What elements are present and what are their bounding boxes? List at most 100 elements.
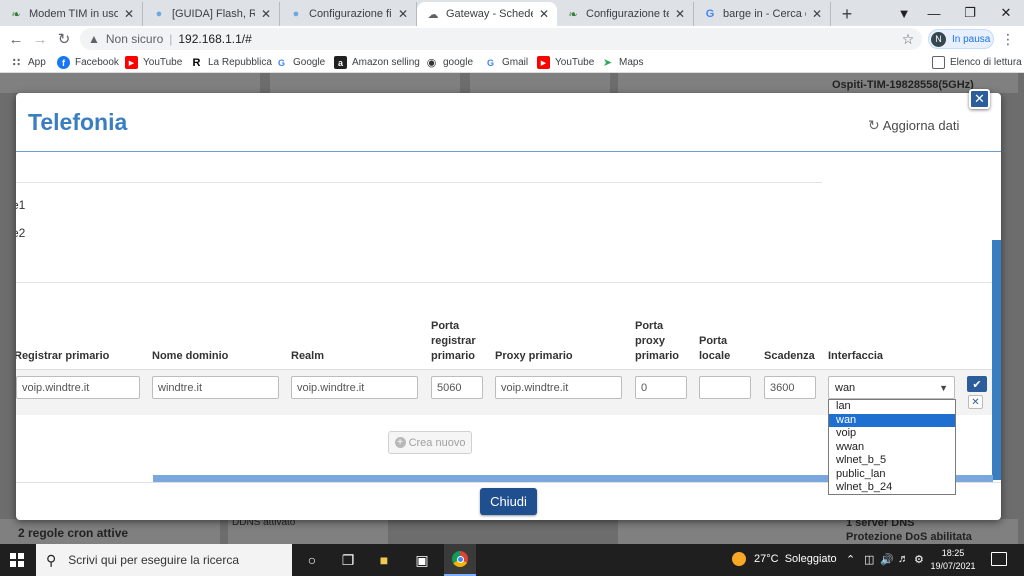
notification-icon[interactable] <box>991 552 1007 566</box>
chevron-down-icon: ▼ <box>939 382 948 393</box>
column-header-proxy-port: Porta proxy primario <box>635 320 680 362</box>
new-tab-button[interactable]: + <box>837 4 857 24</box>
chrome-taskbar-button[interactable] <box>444 544 476 576</box>
volume-icon[interactable]: 🔊 <box>880 553 894 566</box>
confirm-button[interactable]: ✔ <box>967 376 987 392</box>
tab-4[interactable]: ❧ Configurazione telefo ✕ <box>557 2 694 26</box>
speaker-icon[interactable]: ♬ <box>898 553 909 565</box>
restore-button[interactable]: ❐ <box>952 0 988 26</box>
refresh-icon: ↻ <box>868 117 880 133</box>
dropdown-option-wlnet-b-5[interactable]: wlnet_b_5 <box>829 454 955 468</box>
address-bar[interactable]: ▲ Non sicuro | 192.168.1.1/# <box>80 28 922 50</box>
warning-icon[interactable]: ▲ <box>88 32 100 46</box>
proxy-port-input[interactable] <box>635 376 687 399</box>
tab-3[interactable]: ☁ Gateway - Schede ✕ <box>417 2 557 26</box>
close-icon[interactable]: ✕ <box>537 7 551 21</box>
tab-strip: ❧ Modem TIM in uso co ✕ ● [GUIDA] Flash,… <box>0 0 1024 26</box>
back-button[interactable]: ← <box>6 29 26 49</box>
interface-select[interactable]: wan ▼ <box>828 376 955 399</box>
registrar-input[interactable] <box>16 376 140 399</box>
windows-start-icon[interactable] <box>10 553 24 567</box>
bookmark-apps[interactable]: ∷ App <box>10 55 46 70</box>
tab-2[interactable]: ● Configurazione fibra In ✕ <box>280 2 417 26</box>
divider <box>16 182 822 183</box>
dropdown-option-lan[interactable]: lan <box>829 400 955 414</box>
bookmark-repubblica[interactable]: R La Repubblica <box>190 55 272 70</box>
globe-icon: ◉ <box>426 57 437 69</box>
close-icon[interactable]: ✕ <box>673 7 687 21</box>
close-icon[interactable]: ✕ <box>810 7 824 21</box>
bookmark-youtube-2[interactable]: ▶ YouTube <box>537 55 594 70</box>
window-close-button[interactable]: ✕ <box>988 0 1024 26</box>
close-icon[interactable]: ✕ <box>259 7 273 21</box>
bookmark-google-2[interactable]: ◉ google <box>425 55 473 70</box>
registrar-port-input[interactable] <box>431 376 483 399</box>
weather-widget[interactable]: 27°C Soleggiato <box>732 552 837 566</box>
taskbar-search[interactable]: ⚲ Scrivi qui per eseguire la ricerca <box>36 544 292 576</box>
dropdown-option-wwan[interactable]: wwan <box>829 441 955 455</box>
proxy-input[interactable] <box>495 376 622 399</box>
expiry-input[interactable] <box>764 376 816 399</box>
dropdown-option-voip[interactable]: voip <box>829 427 955 441</box>
column-header-proxy: Proxy primario <box>495 350 573 362</box>
file-explorer-icon[interactable]: ■ <box>374 550 394 570</box>
modal-close-icon[interactable]: ✕ <box>969 89 990 109</box>
refresh-button[interactable]: ↻ Aggiorna dati <box>868 117 959 134</box>
scrollbar[interactable] <box>992 240 1001 480</box>
bookmark-google[interactable]: G Google <box>275 55 325 70</box>
bookmark-amazon[interactable]: a Amazon selling <box>334 55 420 70</box>
clock-time: 18:25 <box>941 548 965 558</box>
background-cron-label: 2 regole cron attive <box>18 526 129 540</box>
realm-input[interactable] <box>291 376 418 399</box>
task-view-icon[interactable]: ❐ <box>338 550 358 570</box>
column-header-interface: Interfaccia <box>828 350 884 362</box>
close-icon[interactable]: ✕ <box>122 7 136 21</box>
dropdown-option-wlnet-b-24[interactable]: wlnet_b_24 <box>829 481 955 495</box>
forward-button[interactable]: → <box>30 29 50 49</box>
tab-1[interactable]: ● [GUIDA] Flash, Root e ✕ <box>143 2 280 26</box>
store-icon[interactable]: ▣ <box>412 550 432 570</box>
bookmark-youtube[interactable]: ▶ YouTube <box>125 55 182 70</box>
bookmark-facebook[interactable]: f Facebook <box>57 55 119 70</box>
bookmark-gmail[interactable]: G Gmail <box>484 55 528 70</box>
tab-title: Modem TIM in uso co <box>29 8 118 20</box>
create-new-button[interactable]: + Crea nuovo <box>388 431 472 454</box>
local-port-input[interactable] <box>699 376 751 399</box>
language-icon[interactable]: ⚙ <box>914 553 924 566</box>
security-label[interactable]: Non sicuro <box>106 32 163 46</box>
clock-date: 19/07/2021 <box>930 561 976 571</box>
tab-0[interactable]: ❧ Modem TIM in uso co ✕ <box>0 2 143 26</box>
taskbar-clock[interactable]: 18:25 19/07/2021 <box>930 547 976 573</box>
tab-5[interactable]: G barge in - Cerca con G ✕ <box>694 2 831 26</box>
cortana-icon[interactable]: ○ <box>302 550 322 570</box>
chevron-up-icon[interactable]: ⌃ <box>846 553 855 566</box>
reload-button[interactable]: ↻ <box>54 29 74 49</box>
amazon-icon: a <box>334 56 347 69</box>
network-icon[interactable]: ◫ <box>864 553 874 566</box>
bookmarks-bar: ∷ App f Facebook ▶ YouTube R La Repubbli… <box>0 52 1024 73</box>
bookmark-maps[interactable]: ➤ Maps <box>601 55 644 70</box>
facebook-icon: f <box>57 56 70 69</box>
close-icon[interactable]: ✕ <box>396 7 410 21</box>
repubblica-icon: R <box>192 56 201 69</box>
close-modal-button[interactable]: Chiudi <box>480 488 537 515</box>
minimize-button[interactable]: — <box>916 0 952 26</box>
url-text[interactable]: 192.168.1.1/# <box>178 32 251 46</box>
search-icon: ⚲ <box>46 551 57 568</box>
cloud-icon: ☁ <box>427 8 439 21</box>
profile-button[interactable]: N In pausa <box>928 29 994 49</box>
modal-title: Telefonia <box>28 109 128 135</box>
dropdown-option-public-lan[interactable]: public_lan <box>829 468 955 482</box>
maps-icon: ➤ <box>602 57 613 69</box>
cancel-button[interactable]: ✕ <box>968 395 983 409</box>
bookmark-star-icon[interactable]: ☆ <box>900 30 916 48</box>
background-card <box>470 73 610 93</box>
reading-list[interactable]: Elenco di lettura <box>932 55 1022 70</box>
domain-input[interactable] <box>152 376 279 399</box>
dropdown-option-wan[interactable]: wan <box>829 413 955 427</box>
close-icon: ✕ <box>971 396 980 408</box>
menu-dots-icon[interactable]: ⋮ <box>1000 30 1016 48</box>
telefonia-modal: Telefonia ↻ Aggiorna dati e1 e2 Registra… <box>16 93 1001 520</box>
divider <box>16 282 992 283</box>
reading-list-icon <box>932 56 945 69</box>
